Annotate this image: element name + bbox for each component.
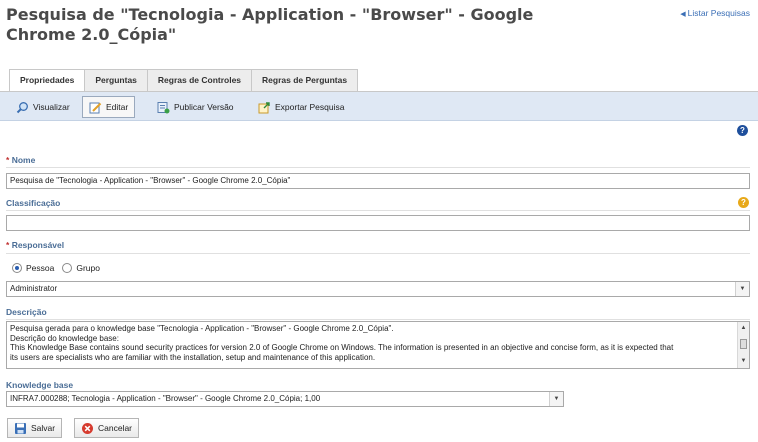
- divider: [6, 253, 750, 254]
- knowledge-base-value: INFRA7.000288; Tecnologia - Application …: [10, 394, 321, 403]
- descricao-line: its users are specialists who are famili…: [10, 352, 376, 362]
- publish-icon: [157, 101, 170, 113]
- list-surveys-label: Listar Pesquisas: [687, 8, 750, 18]
- triangle-left-icon: ◀: [680, 11, 686, 18]
- salvar-button[interactable]: Salvar: [7, 418, 63, 438]
- salvar-label: Salvar: [31, 423, 56, 433]
- tab-perguntas[interactable]: Perguntas: [84, 69, 148, 91]
- tab-propriedades[interactable]: Propriedades: [9, 69, 86, 92]
- list-surveys-link[interactable]: ◀ Listar Pesquisas: [680, 8, 750, 18]
- tab-regras-controles[interactable]: Regras de Controles: [146, 69, 253, 91]
- responsavel-select[interactable]: Administrator ▼: [6, 281, 750, 297]
- grupo-label: Grupo: [76, 263, 100, 273]
- descricao-line: Pesquisa gerada para o knowledge base "T…: [10, 324, 394, 333]
- page-title: Pesquisa de "Tecnologia - Application - …: [6, 5, 534, 44]
- export-icon: [258, 101, 270, 113]
- publicar-versao-button[interactable]: Publicar Versão: [151, 96, 240, 118]
- divider: [6, 167, 750, 168]
- exportar-pesquisa-label: Exportar Pesquisa: [275, 102, 345, 112]
- exportar-pesquisa-button[interactable]: Exportar Pesquisa: [252, 96, 350, 118]
- scrollbar[interactable]: ▲ ▼: [737, 322, 749, 368]
- descricao-line: Descrição do knowledge base:: [10, 333, 119, 343]
- visualizar-label: Visualizar: [33, 102, 70, 112]
- knowledge-base-select[interactable]: INFRA7.000288; Tecnologia - Application …: [6, 391, 564, 407]
- descricao-line: This Knowledge Base contains sound secur…: [10, 343, 674, 353]
- tab-regras-perguntas[interactable]: Regras de Perguntas: [251, 69, 359, 91]
- nome-label: * Nome: [6, 155, 36, 165]
- grupo-radio[interactable]: [62, 263, 73, 273]
- descricao-textarea[interactable]: Pesquisa gerada para o knowledge base "T…: [6, 321, 750, 369]
- responsavel-value: Administrator: [10, 284, 58, 293]
- pessoa-radio[interactable]: [12, 263, 22, 273]
- nome-input[interactable]: Pesquisa de "Tecnologia - Application - …: [6, 173, 750, 189]
- chevron-down-icon[interactable]: ▼: [735, 282, 749, 296]
- classificacao-label: Classificação: [6, 198, 61, 208]
- help-tooltip-icon[interactable]: ?: [738, 197, 749, 208]
- chevron-down-icon[interactable]: ▼: [549, 392, 563, 406]
- scroll-down-icon[interactable]: ▼: [738, 356, 749, 367]
- visualizar-button[interactable]: Visualizar: [10, 96, 76, 118]
- responsavel-label: * Responsável: [6, 240, 65, 250]
- save-icon: [15, 422, 26, 434]
- divider: [6, 210, 750, 211]
- classificacao-input[interactable]: [6, 215, 750, 231]
- responsavel-radio-group: Pessoa Grupo: [12, 263, 100, 273]
- scroll-thumb[interactable]: [740, 339, 747, 349]
- editar-button[interactable]: Editar: [82, 96, 136, 118]
- tab-bar: Propriedades Perguntas Regras de Control…: [9, 69, 359, 92]
- magnifier-icon: [16, 101, 28, 113]
- descricao-label: Descrição: [6, 307, 47, 317]
- knowledge-base-label: Knowledge base: [6, 380, 74, 390]
- edit-icon: [89, 102, 102, 113]
- cancel-icon: [82, 422, 93, 434]
- toolbar: Visualizar Editar Publicar Versão Export…: [0, 91, 758, 121]
- divider: [6, 319, 750, 320]
- publicar-versao-label: Publicar Versão: [174, 102, 234, 112]
- pessoa-label: Pessoa: [26, 263, 55, 273]
- scroll-up-icon[interactable]: ▲: [738, 323, 749, 334]
- help-icon[interactable]: ?: [737, 125, 748, 136]
- cancelar-label: Cancelar: [98, 423, 133, 433]
- cancelar-button[interactable]: Cancelar: [74, 418, 140, 438]
- editar-label: Editar: [106, 102, 129, 112]
